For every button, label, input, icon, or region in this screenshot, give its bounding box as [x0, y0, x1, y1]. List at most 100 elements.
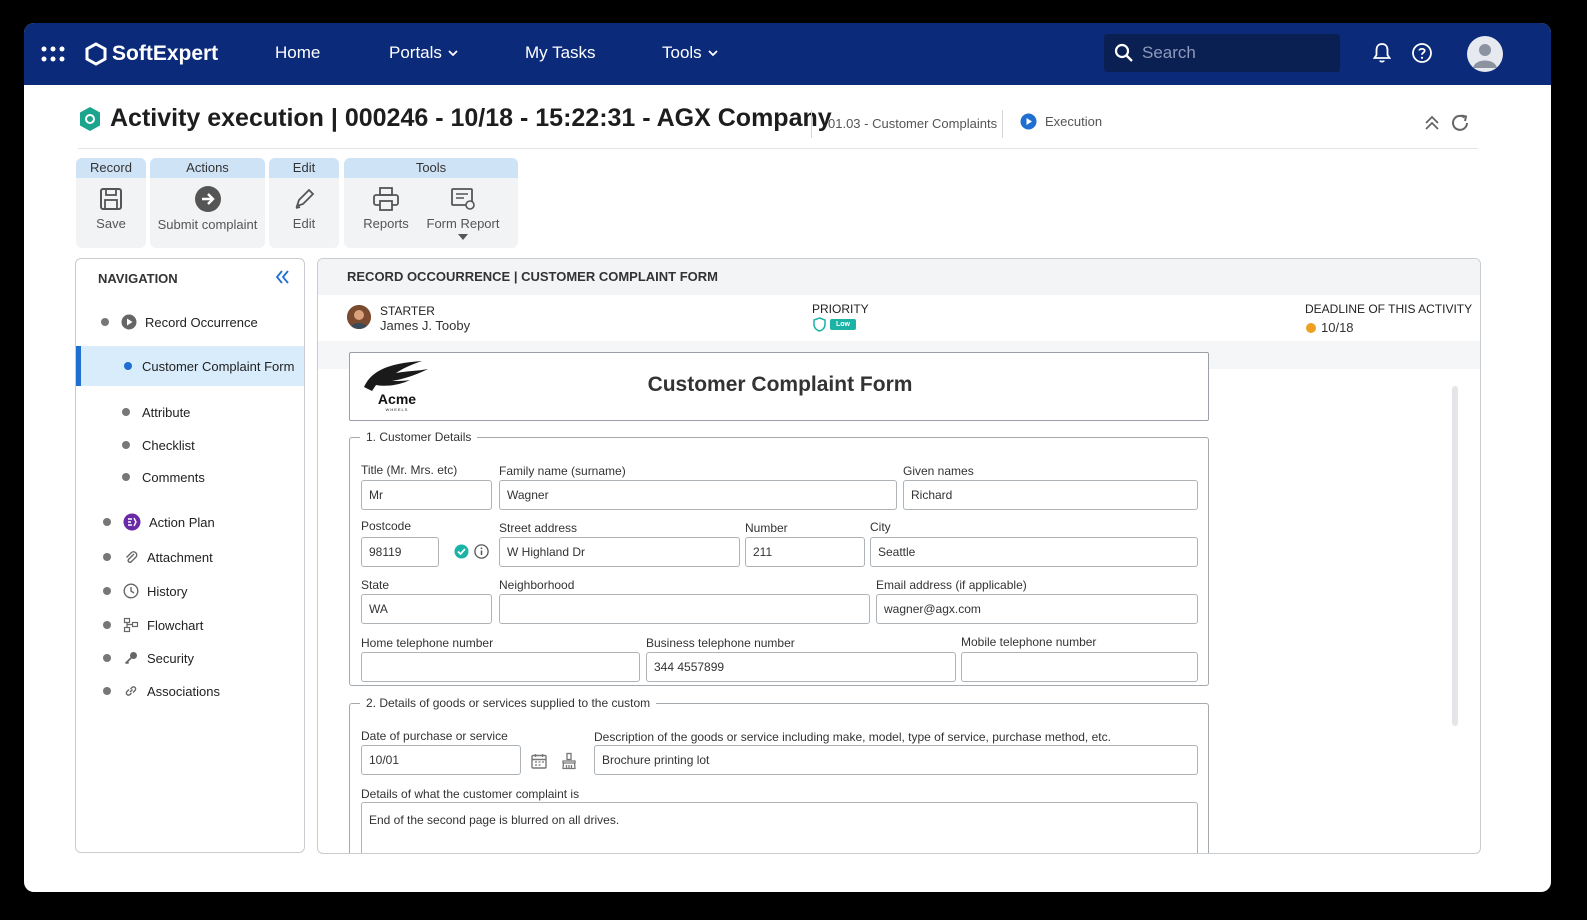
apps-grid-icon[interactable]: [40, 43, 66, 65]
goods-services-section: 2. Details of goods or services supplied…: [349, 696, 1209, 853]
nav-item-comments[interactable]: Comments: [76, 461, 304, 493]
complaint-details-field[interactable]: End of the second page is blurred on all…: [361, 802, 1198, 853]
nav-item-attribute[interactable]: Attribute: [76, 396, 304, 428]
collapse-left-icon[interactable]: [274, 269, 290, 285]
nav-portals[interactable]: Portals: [389, 43, 458, 63]
toolbar-group-edit: Edit Edit: [269, 158, 339, 248]
refresh-icon[interactable]: [1449, 112, 1471, 134]
calendar-icon[interactable]: [530, 752, 548, 770]
collapse-up-icon[interactable]: [1421, 112, 1443, 134]
family-name-label: Family name (surname): [499, 464, 626, 478]
key-icon: [124, 652, 137, 665]
priority-badge: Low: [830, 319, 856, 330]
nav-item-label: Security: [147, 650, 194, 666]
caret-down-icon[interactable]: [458, 234, 468, 240]
paperclip-icon: [126, 551, 138, 563]
softexpert-logo-icon: [85, 42, 107, 66]
nav-portals-label: Portals: [389, 43, 442, 62]
home-telephone-field[interactable]: [361, 652, 640, 682]
nav-item-flowchart[interactable]: Flowchart: [76, 609, 304, 641]
page-header: Activity execution | 000246 - 10/18 - 15…: [78, 104, 1478, 149]
reports-button[interactable]: Reports: [354, 186, 418, 231]
bullet: [103, 553, 111, 561]
nav-item-checklist[interactable]: Checklist: [76, 429, 304, 461]
toolbar-group-actions: Actions Submit complaint: [150, 158, 265, 248]
form-scrollbar[interactable]: [1452, 386, 1458, 726]
submit-label: Submit complaint: [157, 217, 258, 232]
nav-my-tasks[interactable]: My Tasks: [525, 43, 596, 63]
save-button[interactable]: Save: [76, 186, 146, 231]
city-field[interactable]: [870, 537, 1198, 567]
clear-brush-icon[interactable]: [560, 752, 578, 770]
edit-button[interactable]: Edit: [269, 186, 339, 231]
user-avatar[interactable]: [1467, 36, 1503, 72]
postcode-field[interactable]: [361, 537, 439, 567]
nav-item-record-occurrence[interactable]: Record Occurrence: [76, 306, 304, 338]
business-telephone-field[interactable]: [646, 652, 956, 682]
nav-item-customer-complaint-form[interactable]: Customer Complaint Form: [76, 346, 304, 386]
activity-icon: [80, 106, 100, 131]
description-field[interactable]: [594, 745, 1198, 775]
play-circle-icon: [121, 314, 137, 330]
check-circle-icon: [454, 544, 469, 559]
form-header-card: Acme WHEELS Customer Complaint Form: [349, 352, 1209, 421]
reports-label: Reports: [363, 216, 409, 231]
nav-item-label: Flowchart: [147, 617, 204, 633]
brand-logo[interactable]: SoftExpert: [84, 41, 218, 67]
city-label: City: [870, 520, 891, 534]
navigation-panel: NAVIGATION Record Occurrence Customer Co…: [75, 258, 305, 853]
search-box: [1104, 34, 1340, 72]
deadline-indicator: 10/18: [1306, 320, 1354, 335]
family-name-field[interactable]: [499, 480, 897, 510]
nav-item-action-plan[interactable]: Action Plan: [76, 506, 304, 538]
nav-item-attachment[interactable]: Attachment: [76, 541, 304, 573]
search-icon: [1114, 43, 1133, 62]
number-field[interactable]: [745, 537, 865, 567]
edit-label: Edit: [292, 216, 316, 231]
deadline-label: DEADLINE OF THIS ACTIVITY: [1305, 302, 1473, 316]
divider: [1002, 110, 1003, 138]
info-icon[interactable]: [474, 544, 489, 559]
email-field[interactable]: [876, 594, 1198, 624]
app-window: SoftExpert Home Portals My Tasks Tools S…: [24, 23, 1551, 892]
deadline-value: 10/18: [1321, 320, 1354, 335]
bullet: [101, 318, 109, 326]
brand-name: SoftExpert: [112, 42, 219, 65]
clock-icon: [123, 583, 139, 599]
action-plan-icon: [123, 513, 141, 531]
street-address-label: Street address: [499, 521, 578, 535]
state-field[interactable]: [361, 594, 492, 624]
nav-home[interactable]: Home: [275, 43, 320, 63]
purchase-date-field[interactable]: [361, 745, 521, 775]
form-report-button[interactable]: Form Report: [424, 186, 502, 244]
search-input[interactable]: [1142, 43, 1322, 63]
home-telephone-label: Home telephone number: [361, 636, 494, 650]
nav-item-label: History: [147, 583, 188, 599]
nav-item-label: Customer Complaint Form: [142, 358, 295, 374]
given-names-field[interactable]: [903, 480, 1198, 510]
help-icon[interactable]: [1410, 41, 1434, 65]
nav-item-history[interactable]: History: [76, 575, 304, 607]
bell-icon[interactable]: [1370, 41, 1394, 65]
user-icon: [1473, 44, 1497, 68]
neighborhood-field[interactable]: [499, 594, 870, 624]
form-panel: RECORD OCCOURRENCE | CUSTOMER COMPLAINT …: [317, 258, 1481, 854]
bullet: [103, 621, 111, 629]
mobile-telephone-field[interactable]: [961, 652, 1198, 682]
title-field[interactable]: [361, 480, 492, 510]
top-bar: SoftExpert Home Portals My Tasks Tools: [24, 23, 1551, 85]
chevron-down-icon: [708, 49, 718, 56]
bullet: [103, 518, 111, 526]
street-address-field[interactable]: [499, 537, 740, 567]
nav-item-security[interactable]: Security: [76, 642, 304, 674]
nav-tools[interactable]: Tools: [662, 43, 718, 63]
state-label: State: [361, 578, 390, 592]
bullet: [122, 408, 130, 416]
title-label: Title (Mr. Mrs. etc): [361, 463, 458, 477]
divider: [811, 110, 812, 138]
status-text: Execution: [1045, 114, 1103, 129]
nav-home-label: Home: [275, 43, 321, 62]
nav-item-associations[interactable]: Associations: [76, 675, 304, 707]
logo-subtext: WHEELS: [385, 407, 409, 412]
submit-complaint-button[interactable]: Submit complaint: [150, 185, 265, 232]
